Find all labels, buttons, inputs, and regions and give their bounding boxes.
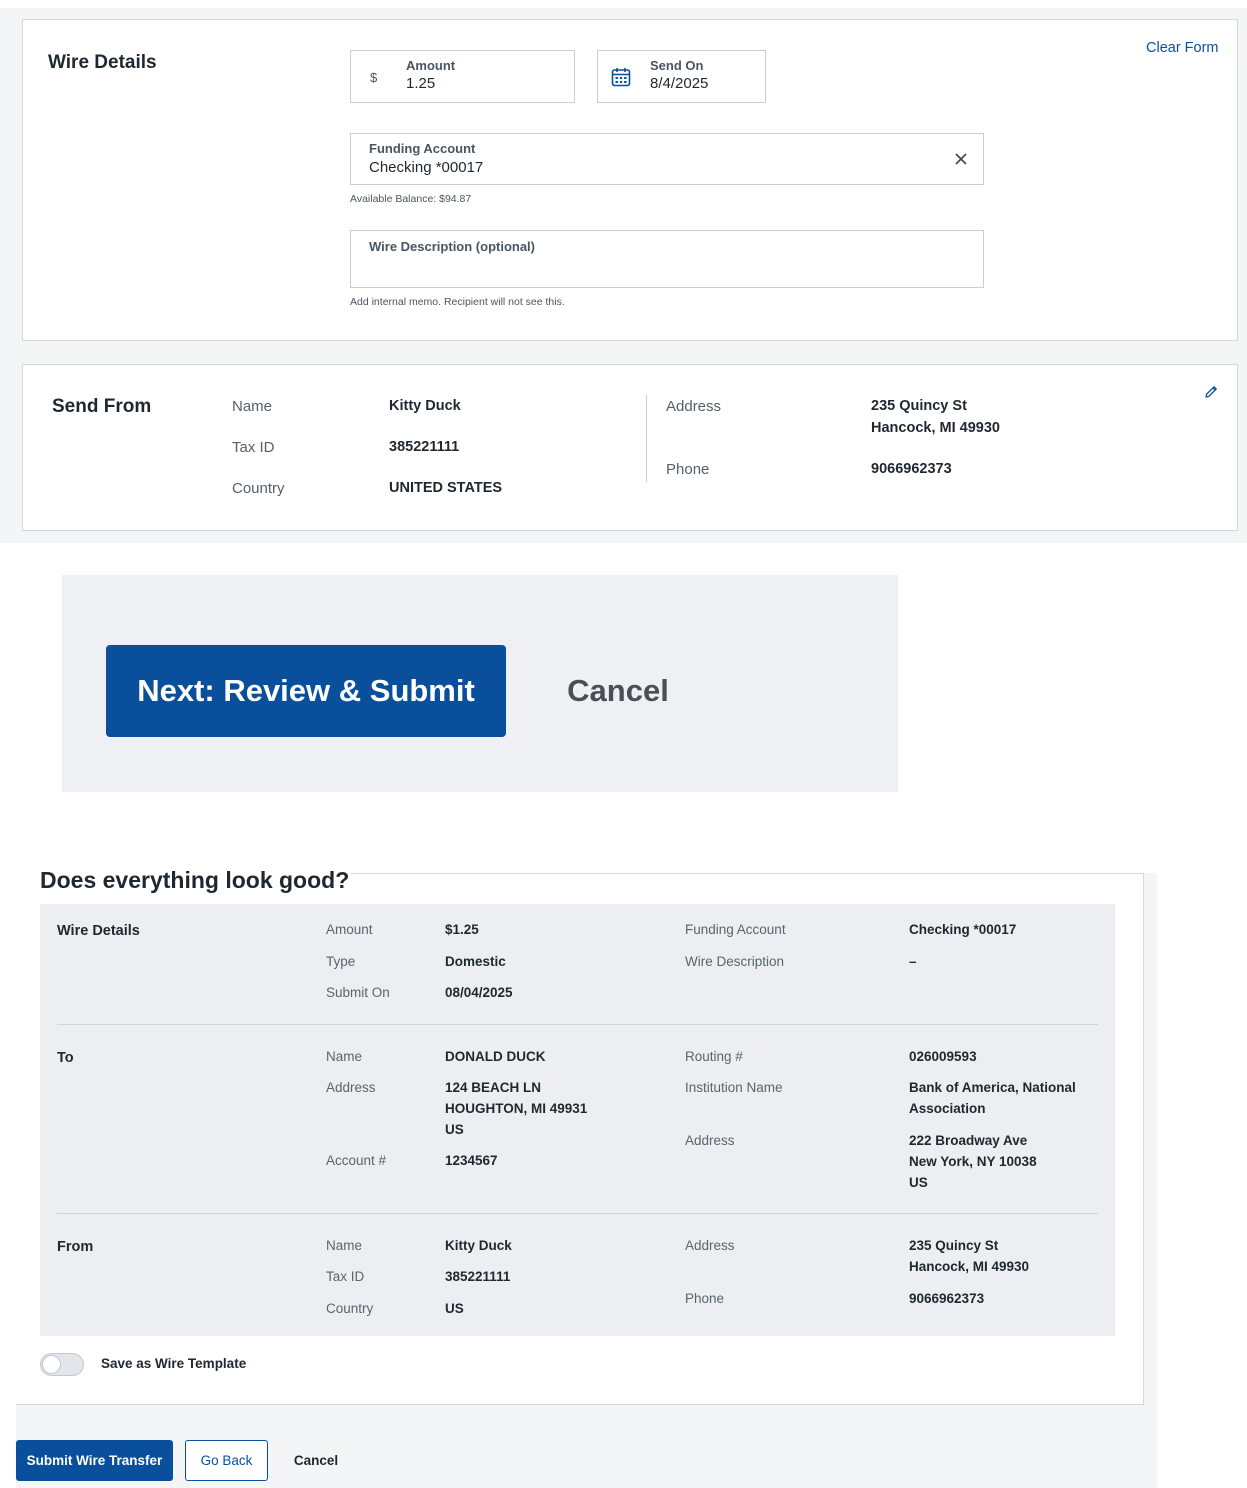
- review-from-address-label: Address: [685, 1238, 735, 1253]
- review-divider: [57, 1024, 1098, 1025]
- send-from-name: Kitty Duck: [389, 398, 461, 414]
- review-description-label: Wire Description: [685, 954, 785, 969]
- review-institution-line2: Association: [909, 1101, 986, 1116]
- toggle-knob: [42, 1355, 61, 1374]
- send-from-phone: 9066962373: [871, 461, 952, 477]
- send-from-address-line2: Hancock, MI 49930: [871, 420, 1000, 436]
- review-submit-on: 08/04/2025: [445, 985, 513, 1000]
- review-bank-address-line2: New York, NY 10038: [909, 1154, 1037, 1169]
- review-from-tax: 385221111: [445, 1269, 511, 1284]
- review-routing: 026009593: [909, 1049, 977, 1064]
- review-type: Domestic: [445, 954, 506, 969]
- review-amount-label: Amount: [326, 922, 373, 937]
- review-wire-section-title: Wire Details: [57, 923, 140, 939]
- review-divider: [57, 1213, 1098, 1214]
- review-to-name-label: Name: [326, 1049, 363, 1064]
- review-type-label: Type: [326, 954, 356, 969]
- send-from-title: Send From: [52, 396, 152, 417]
- review-funding-label: Funding Account: [685, 922, 786, 937]
- review-to-address-label: Address: [326, 1080, 376, 1095]
- wire-description-label: Wire Description (optional): [369, 239, 535, 254]
- pencil-icon[interactable]: [1203, 384, 1219, 400]
- wire-description-helper: Add internal memo. Recipient will not se…: [350, 296, 565, 308]
- review-from-name: Kitty Duck: [445, 1238, 512, 1253]
- available-balance: Available Balance: $94.87: [350, 193, 472, 205]
- dollar-prefix: $: [370, 70, 378, 85]
- review-to-name: DONALD DUCK: [445, 1049, 546, 1064]
- send-from-name-label: Name: [232, 398, 273, 415]
- clear-form-link[interactable]: Clear Form: [1146, 40, 1219, 56]
- send-on-value: 8/4/2025: [650, 75, 709, 92]
- review-from-country-label: Country: [326, 1301, 374, 1316]
- review-bank-address-label: Address: [685, 1133, 735, 1148]
- send-from-country-label: Country: [232, 480, 285, 497]
- review-bank-address-line1: 222 Broadway Ave: [909, 1133, 1028, 1148]
- funding-account-value: Checking *00017: [369, 159, 484, 176]
- review-to-section-title: To: [57, 1050, 74, 1066]
- save-template-label: Save as Wire Template: [101, 1356, 247, 1371]
- go-back-button[interactable]: Go Back: [185, 1440, 268, 1481]
- review-from-address-line2: Hancock, MI 49930: [909, 1259, 1030, 1274]
- review-institution-line1: Bank of America, National: [909, 1080, 1076, 1095]
- send-from-address-label: Address: [666, 398, 722, 415]
- review-border: [1143, 873, 1144, 1405]
- review-amount: $1.25: [445, 922, 479, 937]
- review-from-section-title: From: [57, 1239, 94, 1255]
- review-to-address-line3: US: [445, 1122, 464, 1137]
- wire-details-title: Wire Details: [48, 52, 157, 73]
- send-from-card: [22, 364, 1238, 531]
- review-bank-address-line3: US: [909, 1175, 928, 1190]
- send-from-tax: 385221111: [389, 439, 460, 455]
- funding-account-label: Funding Account: [369, 141, 476, 156]
- review-account-label: Account #: [326, 1153, 387, 1168]
- send-from-country: UNITED STATES: [389, 480, 503, 496]
- review-funding: Checking *00017: [909, 922, 1017, 937]
- review-account: 1234567: [445, 1153, 498, 1168]
- next-review-submit-button[interactable]: Next: Review & Submit: [106, 645, 506, 737]
- zoomed-cancel-button[interactable]: Cancel: [543, 660, 693, 722]
- send-from-phone-label: Phone: [666, 461, 710, 478]
- review-from-address-line1: 235 Quincy St: [909, 1238, 999, 1253]
- amount-value: 1.25: [406, 75, 436, 92]
- review-from-phone: 9066962373: [909, 1291, 985, 1306]
- review-from-tax-label: Tax ID: [326, 1269, 365, 1284]
- send-on-field[interactable]: Send On 8/4/2025: [597, 50, 766, 103]
- send-from-tax-label: Tax ID: [232, 439, 275, 456]
- send-on-label: Send On: [650, 58, 704, 73]
- review-routing-label: Routing #: [685, 1049, 743, 1064]
- save-template-toggle[interactable]: [40, 1353, 84, 1376]
- review-from-name-label: Name: [326, 1238, 363, 1253]
- review-submit-on-label: Submit On: [326, 985, 390, 1000]
- wire-description-input[interactable]: Wire Description (optional): [350, 230, 984, 288]
- send-from-divider: [646, 395, 647, 482]
- send-from-address-line1: 235 Quincy St: [871, 398, 967, 414]
- review-from-phone-label: Phone: [685, 1291, 725, 1306]
- cancel-button[interactable]: Cancel: [286, 1440, 346, 1481]
- review-side-bg: [1144, 873, 1157, 1405]
- review-to-address-line1: 124 BEACH LN: [445, 1080, 542, 1095]
- amount-label: Amount: [406, 58, 456, 73]
- review-to-address-line2: HOUGHTON, MI 49931: [445, 1101, 588, 1116]
- review-description: –: [909, 954, 917, 969]
- review-from-country: US: [445, 1301, 464, 1316]
- review-title: Does everything look good?: [40, 867, 352, 894]
- submit-wire-transfer-button[interactable]: Submit Wire Transfer: [16, 1440, 173, 1481]
- amount-field[interactable]: $ Amount 1.25: [350, 50, 575, 103]
- funding-account-select[interactable]: Funding Account Checking *00017: [350, 133, 984, 185]
- calendar-icon[interactable]: [610, 66, 632, 88]
- review-institution-label: Institution Name: [685, 1080, 783, 1095]
- close-icon[interactable]: [954, 152, 968, 166]
